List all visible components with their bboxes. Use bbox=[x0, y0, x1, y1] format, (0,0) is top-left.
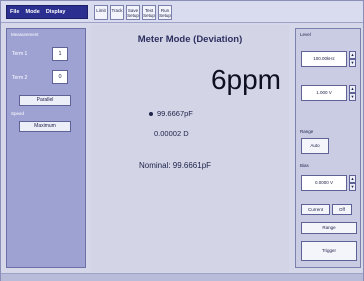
menu-mode[interactable]: Mode bbox=[22, 6, 42, 18]
current-button[interactable]: Current bbox=[301, 204, 330, 215]
bias-field[interactable]: 0.0000 V bbox=[301, 175, 347, 191]
range-button[interactable]: Range bbox=[301, 222, 357, 234]
bias-down-button[interactable]: ▼ bbox=[349, 183, 356, 191]
test-setup-button[interactable]: Test Setup bbox=[142, 5, 156, 20]
speed-label: Speed bbox=[11, 111, 25, 116]
term1-field[interactable]: 1 bbox=[52, 47, 68, 61]
capacitance-row: 99.6667pF bbox=[149, 109, 193, 118]
bullet-icon bbox=[149, 111, 153, 116]
level-field[interactable]: 1.000 V bbox=[301, 85, 347, 101]
nominal-readout: Nominal: 99.6661pF bbox=[139, 161, 212, 170]
settings-panel: Level 100.00kHz ▲ ▼ 1.000 V ▲ ▼ Range Au… bbox=[295, 28, 361, 268]
trigger-button[interactable]: Trigger bbox=[301, 241, 357, 261]
speed-select[interactable]: Maximum bbox=[19, 121, 71, 132]
level-label: Level bbox=[300, 32, 311, 37]
meter-display: Meter Mode (Deviation) 6ppm 99.6667pF 0.… bbox=[91, 25, 289, 272]
level-down-button[interactable]: ▼ bbox=[349, 93, 356, 101]
term2-field[interactable]: 0 bbox=[52, 70, 68, 84]
frequency-field[interactable]: 100.00kHz bbox=[301, 51, 347, 67]
menu-bar: File Mode Display Limit Track Save Setup… bbox=[1, 1, 363, 23]
dissipation-readout: 0.00002 D bbox=[154, 129, 189, 138]
run-setup-button[interactable]: Run Setup bbox=[158, 5, 172, 20]
range-label: Range bbox=[300, 129, 314, 134]
main-menu: File Mode Display bbox=[6, 5, 88, 19]
measurement-title: Measurement bbox=[11, 32, 39, 37]
display-title: Meter Mode (Deviation) bbox=[137, 34, 243, 45]
capacitance-readout: 99.6667pF bbox=[157, 109, 193, 118]
menu-file[interactable]: File bbox=[7, 6, 22, 18]
frequency-up-button[interactable]: ▲ bbox=[349, 51, 356, 59]
track-button[interactable]: Track bbox=[110, 5, 124, 20]
term2-label: Term 2 bbox=[12, 75, 28, 81]
bias-label: Bias bbox=[300, 163, 309, 168]
application-window: File Mode Display Limit Track Save Setup… bbox=[0, 0, 364, 281]
off-button[interactable]: Off bbox=[332, 204, 352, 215]
frequency-down-button[interactable]: ▼ bbox=[349, 59, 356, 67]
save-setup-button[interactable]: Save Setup bbox=[126, 5, 140, 20]
status-bar bbox=[1, 273, 363, 281]
measurement-panel: Measurement Term 1 1 Term 2 0 Parallel S… bbox=[6, 28, 86, 268]
bias-up-button[interactable]: ▲ bbox=[349, 175, 356, 183]
parallel-button[interactable]: Parallel bbox=[19, 95, 71, 106]
level-up-button[interactable]: ▲ bbox=[349, 85, 356, 93]
limit-button[interactable]: Limit bbox=[94, 5, 108, 20]
deviation-readout: 6ppm bbox=[210, 64, 281, 95]
menu-display[interactable]: Display bbox=[43, 6, 69, 18]
term1-label: Term 1 bbox=[12, 51, 28, 57]
range-auto-button[interactable]: Auto bbox=[301, 138, 329, 154]
